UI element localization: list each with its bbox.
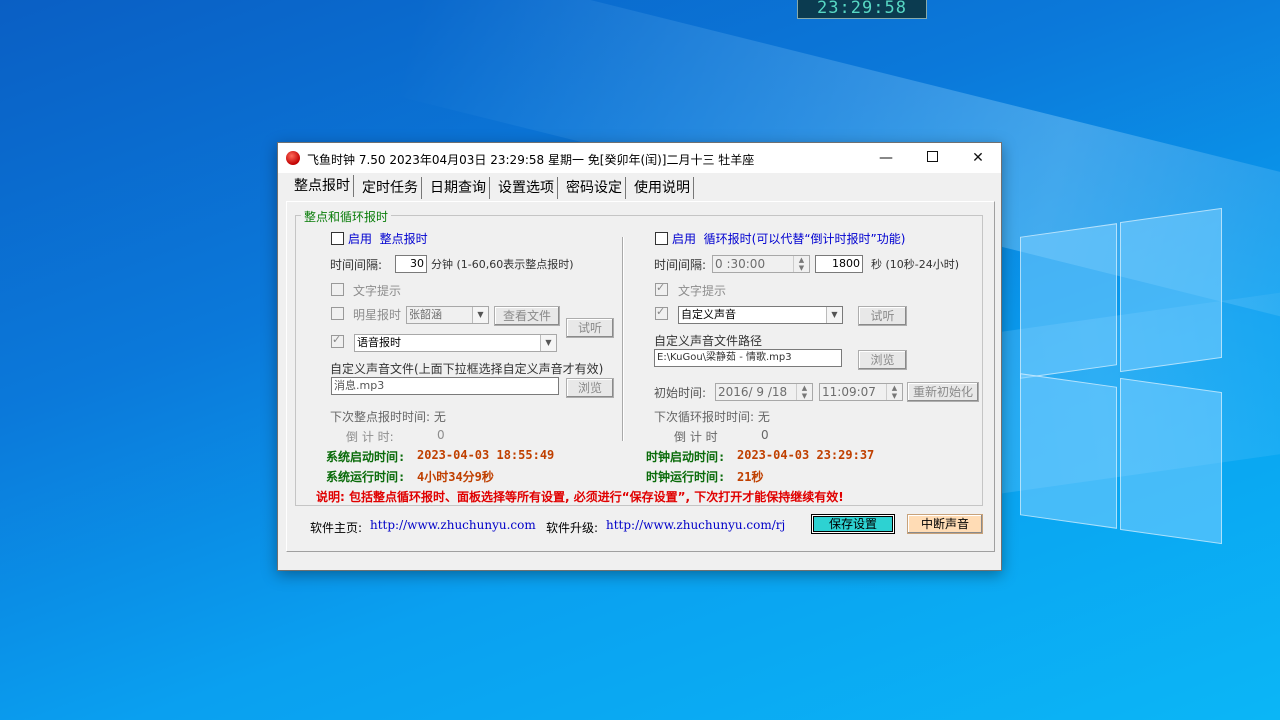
voice-select-value: 语音报时: [357, 336, 401, 349]
start-date-value: 2016/ 9 /18: [718, 385, 788, 399]
clock-run-value: 21秒: [737, 470, 764, 484]
maximize-button[interactable]: [909, 143, 955, 173]
window-title: 飞鱼时钟 7.50 2023年04月03日 23:29:58 星期一 免[癸卯年…: [307, 153, 755, 167]
right-browse-button[interactable]: 浏览: [858, 350, 907, 370]
chevron-down-icon: ▼: [472, 307, 488, 323]
loop-interval-time-value: 0 :30:00: [715, 257, 766, 271]
save-settings-button[interactable]: 保存设置: [811, 514, 895, 534]
upgrade-label: 软件升级:: [546, 521, 599, 535]
stop-sound-button[interactable]: 中断声音: [907, 514, 983, 534]
app-window: 飞鱼时钟 7.50 2023年04月03日 23:29:58 星期一 免[癸卯年…: [277, 142, 1002, 571]
right-countdown-value: 0: [761, 428, 769, 442]
sys-run-label: 系统运行时间:: [326, 470, 406, 484]
view-file-button[interactable]: 查看文件: [494, 306, 560, 326]
tab-date-query[interactable]: 日期查询: [430, 177, 490, 199]
left-interval-unit: 分钟 (1-60,60表示整点报时): [431, 258, 574, 271]
left-text-tip-label: 文字提示: [353, 284, 402, 298]
close-button[interactable]: ✕: [955, 143, 1001, 173]
right-countdown-label: 倒 计 时: [674, 430, 718, 444]
left-countdown-label: 倒 计 时:: [346, 430, 394, 444]
home-link[interactable]: http://www.zhuchunyu.com: [370, 518, 536, 532]
loop-seconds-input[interactable]: 1800: [815, 255, 863, 273]
tab-help[interactable]: 使用说明: [634, 177, 694, 199]
spinner-icon[interactable]: ▲ ▼: [796, 384, 812, 400]
loop-sound-select[interactable]: 自定义声音 ▼: [678, 306, 843, 324]
clock-start-label: 时钟启动时间:: [646, 450, 726, 464]
left-interval-label: 时间间隔:: [330, 258, 383, 272]
star-chime-checkbox[interactable]: [331, 307, 344, 320]
title-bar[interactable]: 飞鱼时钟 7.50 2023年04月03日 23:29:58 星期一 免[癸卯年…: [278, 143, 1001, 173]
enable-loop-checkbox[interactable]: [655, 232, 668, 245]
custom-file-label: 自定义声音文件(上面下拉框选择自定义声音才有效): [330, 362, 604, 376]
next-loop-label: 下次循环报时时间: 无: [654, 410, 770, 424]
right-interval-unit: 秒 (10秒-24小时): [871, 258, 960, 271]
left-browse-button[interactable]: 浏览: [566, 378, 614, 398]
start-time-value: 11:09:07: [822, 385, 876, 399]
enable-loop-label[interactable]: 启用 循环报时(可以代替“倒计时报时”功能): [672, 230, 905, 247]
group-title: 整点和循环报时: [301, 208, 392, 225]
loop-sound-value: 自定义声音: [681, 308, 736, 321]
start-time-input[interactable]: 11:09:07 ▲ ▼: [819, 383, 903, 401]
clock-start-value: 2023-04-03 23:29:37: [737, 448, 875, 462]
reinitialize-button[interactable]: 重新初始化: [907, 382, 979, 402]
maximize-icon: [926, 151, 938, 162]
upgrade-link[interactable]: http://www.zhuchunyu.com/rj: [606, 518, 785, 532]
start-time-label: 初始时间:: [654, 386, 707, 400]
spinner-icon[interactable]: ▲ ▼: [886, 384, 902, 400]
right-text-tip-label: 文字提示: [678, 284, 727, 298]
column-divider: [622, 237, 624, 441]
left-audition-button[interactable]: 试听: [566, 318, 614, 338]
chevron-down-icon: ▼: [540, 335, 556, 351]
right-sound-checkbox[interactable]: [655, 305, 668, 320]
left-text-tip-checkbox[interactable]: [331, 283, 344, 296]
tab-password[interactable]: 密码设定: [566, 177, 626, 199]
left-interval-input[interactable]: 30: [395, 255, 427, 273]
loop-interval-time[interactable]: 0 :30:00 ▲ ▼: [712, 255, 810, 273]
star-select-value: 张韶涵: [409, 308, 442, 321]
home-label: 软件主页:: [310, 521, 363, 535]
path-input[interactable]: E:\KuGou\梁静茹 - 情歌.mp3: [654, 349, 842, 367]
star-select[interactable]: 张韶涵 ▼: [406, 306, 489, 324]
next-hourly-label: 下次整点报时时间: 无: [330, 410, 446, 424]
save-notice: 说明: 包括整点循环报时、面板选择等所有设置, 必须进行“保存设置”, 下次打开…: [316, 490, 844, 504]
right-audition-button[interactable]: 试听: [858, 306, 907, 326]
enable-hourly-checkbox[interactable]: [331, 232, 344, 245]
voice-chime-checkbox[interactable]: [331, 333, 344, 348]
path-label: 自定义声音文件路径: [654, 334, 763, 348]
right-interval-label: 时间间隔:: [654, 258, 707, 272]
start-date-input[interactable]: 2016/ 9 /18 ▲ ▼: [715, 383, 813, 401]
tab-scheduled-tasks[interactable]: 定时任务: [362, 177, 422, 199]
minimize-button[interactable]: —: [863, 143, 909, 173]
star-chime-label: 明星报时: [353, 308, 402, 322]
right-text-tip-checkbox[interactable]: [655, 281, 668, 296]
windows-logo: [1000, 205, 1222, 560]
left-countdown-value: 0: [437, 428, 445, 442]
sys-start-value: 2023-04-03 18:55:49: [417, 448, 555, 462]
enable-hourly-label[interactable]: 启用 整点报时: [348, 230, 428, 247]
chevron-down-icon: ▼: [826, 307, 842, 323]
sys-start-label: 系统启动时间:: [326, 450, 406, 464]
voice-select[interactable]: 语音报时 ▼: [354, 334, 557, 352]
tab-settings[interactable]: 设置选项: [498, 177, 558, 199]
tab-hourly-chime[interactable]: 整点报时: [294, 175, 354, 197]
custom-file-input[interactable]: 消息.mp3: [331, 377, 559, 395]
spinner-icon[interactable]: ▲ ▼: [793, 256, 809, 272]
app-icon: [286, 151, 300, 165]
desktop-clock-widget: 23:29:58: [797, 0, 927, 19]
sys-run-value: 4小时34分9秒: [417, 470, 494, 484]
clock-run-label: 时钟运行时间:: [646, 470, 726, 484]
